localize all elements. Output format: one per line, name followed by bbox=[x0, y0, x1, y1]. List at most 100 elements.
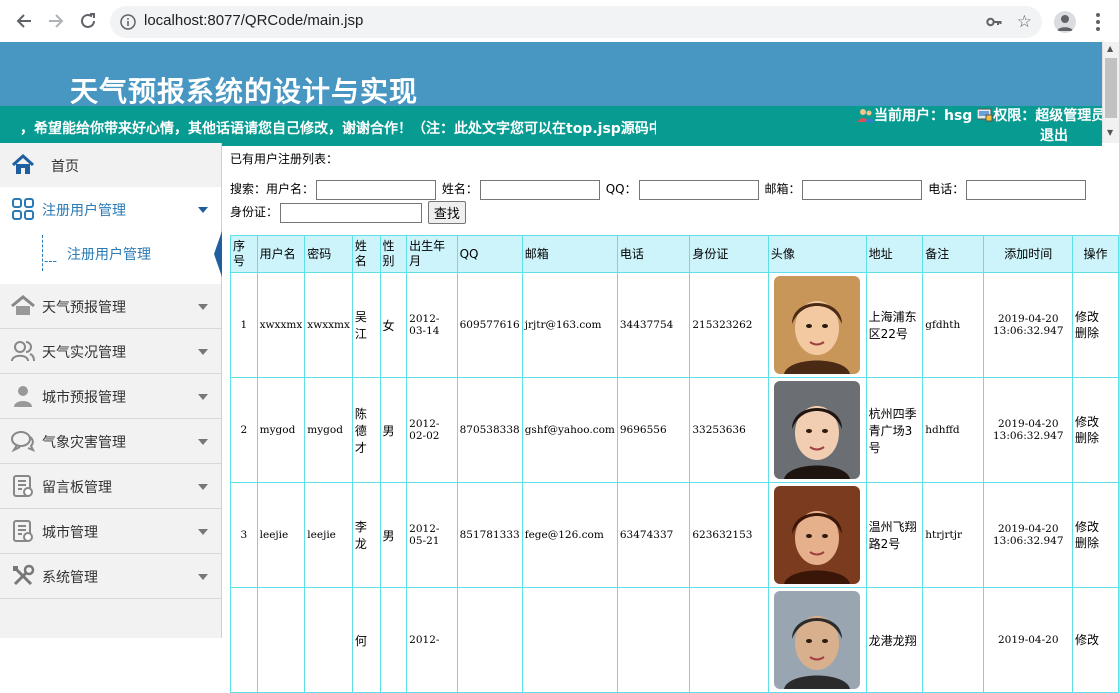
role-label: 权限： bbox=[993, 108, 1036, 124]
col-gender: 性别 bbox=[379, 235, 408, 273]
col-email: 邮箱 bbox=[521, 235, 618, 273]
logout-link[interactable]: 退出 bbox=[1040, 128, 1068, 144]
role: 超级管理员 bbox=[1035, 108, 1102, 124]
sidebar-item-weather-forecast[interactable]: 天气预报管理 bbox=[0, 284, 221, 329]
user-icon bbox=[858, 108, 874, 122]
delete-link[interactable]: 删除 bbox=[1075, 535, 1116, 551]
chat-icon bbox=[11, 429, 36, 453]
col-username: 用户名 bbox=[256, 235, 306, 273]
reload-button[interactable] bbox=[76, 9, 100, 33]
url-text[interactable]: localhost:8077/QRCode/main.jsp bbox=[144, 12, 363, 29]
cell-qq: 851781333 bbox=[456, 482, 523, 588]
col-birth: 出生年月 bbox=[406, 235, 458, 273]
back-button[interactable] bbox=[12, 9, 36, 33]
sidebar-item-registered-users[interactable]: 注册用户管理 bbox=[0, 187, 221, 232]
cell-gender: 女 bbox=[379, 272, 408, 378]
cell-added: 2019-04-20 13:06:32.947 bbox=[983, 272, 1073, 378]
col-idcard: 身份证 bbox=[689, 235, 769, 273]
cell-added: 2019-04-20 bbox=[983, 587, 1073, 693]
col-phone: 电话 bbox=[616, 235, 691, 273]
col-password: 密码 bbox=[304, 235, 353, 273]
table-row: 3 leejie leejie 李龙男 2012-05-21 851781333 fege@… bbox=[230, 482, 1119, 588]
sidebar-item-weather-live[interactable]: 天气实况管理 bbox=[0, 329, 221, 374]
house-icon bbox=[11, 294, 35, 318]
kebab-menu-icon[interactable] bbox=[1090, 11, 1106, 33]
cell-added: 2019-04-20 13:06:32.947 bbox=[983, 377, 1073, 483]
sidebar-item-weather-disaster[interactable]: 气象灾害管理 bbox=[0, 419, 221, 464]
cell-address: 上海浦东区22号 bbox=[865, 272, 924, 378]
cell-actions: 修改 删除 bbox=[1072, 377, 1119, 483]
reload-icon bbox=[81, 13, 95, 28]
col-added: 添加时间 bbox=[983, 235, 1073, 273]
username-input[interactable] bbox=[316, 179, 437, 200]
cell-idcard: 623632153 bbox=[689, 482, 769, 588]
cell-avatar bbox=[767, 272, 867, 378]
user-avatar-photo bbox=[774, 381, 861, 479]
col-qq: QQ bbox=[456, 235, 523, 273]
cell-name: 吴江 bbox=[351, 272, 381, 378]
edit-link[interactable]: 修改 bbox=[1075, 519, 1116, 535]
cell-phone: 9696556 bbox=[616, 377, 691, 483]
chevron-down-icon bbox=[198, 529, 208, 535]
sidebar-item-message-board[interactable]: 留言板管理 bbox=[0, 464, 221, 509]
sidebar-item-home[interactable]: 首页 bbox=[0, 143, 221, 188]
qq-input[interactable] bbox=[638, 179, 759, 200]
email-input[interactable] bbox=[802, 179, 923, 200]
cell-idcard bbox=[689, 587, 769, 693]
current-user: hsg bbox=[944, 108, 973, 124]
cell-birth: 2012-02-02 bbox=[406, 377, 458, 483]
forward-arrow-icon bbox=[49, 14, 64, 28]
edit-link[interactable]: 修改 bbox=[1075, 632, 1116, 648]
profile-avatar-icon[interactable] bbox=[1054, 11, 1076, 33]
sidebar-item-system-management[interactable]: 系统管理 bbox=[0, 554, 221, 599]
info-icon[interactable] bbox=[120, 14, 136, 34]
sidebar-subitem-registered-users[interactable]: --- 注册用户管理 bbox=[0, 231, 222, 285]
idcard-input[interactable] bbox=[280, 202, 423, 223]
search-button[interactable]: 查找 bbox=[427, 201, 466, 224]
key-icon[interactable] bbox=[986, 14, 1002, 34]
users-icon bbox=[11, 339, 35, 363]
col-name: 姓名 bbox=[351, 235, 381, 273]
cell-username bbox=[256, 587, 306, 693]
tools-icon bbox=[11, 564, 35, 588]
welcome-marquee: 迎，希望能给你带来好心情，其他话语请您自己修改，谢谢合作！（注：此处文字您可以在… bbox=[20, 121, 656, 137]
sidebar-item-city-forecast[interactable]: 城市预报管理 bbox=[0, 374, 221, 419]
search-form: 搜索：用户名： 姓名： QQ： 邮箱： 电话： 身份证： 查找 bbox=[230, 178, 1110, 224]
cell-actions: 修改 bbox=[1072, 587, 1119, 693]
phone-input[interactable] bbox=[966, 179, 1087, 200]
chevron-down-icon bbox=[198, 484, 208, 490]
cell-phone: 34437754 bbox=[616, 272, 691, 378]
edit-link[interactable]: 修改 bbox=[1075, 414, 1116, 430]
delete-link[interactable]: 删除 bbox=[1075, 325, 1116, 341]
cell-username: leejie bbox=[256, 482, 306, 588]
address-bar[interactable]: localhost:8077/QRCode/main.jsp ☆ bbox=[110, 6, 1042, 38]
cell-username: xwxxmx bbox=[256, 272, 306, 378]
sidebar-item-city-management[interactable]: 城市管理 bbox=[0, 509, 221, 554]
frame-scrollbar[interactable]: ▲ ▼ bbox=[1102, 42, 1119, 143]
cell-email: jrjtr@163.com bbox=[521, 272, 618, 378]
site-header: 天气预报系统的设计与实现 bbox=[0, 42, 1102, 108]
cell-birth: 2012- bbox=[406, 587, 458, 693]
cell-name: 何 bbox=[351, 587, 381, 693]
user-avatar-photo bbox=[774, 276, 861, 374]
chevron-down-icon bbox=[198, 349, 208, 355]
scroll-up-icon[interactable]: ▲ bbox=[1107, 44, 1113, 53]
table-header-row: 序号 用户名 密码 姓名 性别 出生年月 QQ 邮箱 电话 身份证 头像 地址 … bbox=[230, 235, 1119, 273]
delete-link[interactable]: 删除 bbox=[1075, 430, 1116, 446]
col-remark: 备注 bbox=[922, 235, 985, 273]
cell-address: 杭州四季青广场3号 bbox=[865, 377, 924, 483]
bookmark-star-icon[interactable]: ☆ bbox=[1017, 12, 1032, 32]
grid-icon bbox=[11, 197, 35, 221]
cell-no: 2 bbox=[230, 377, 258, 483]
name-input[interactable] bbox=[479, 179, 600, 200]
scroll-thumb[interactable] bbox=[1105, 58, 1117, 118]
cell-qq: 870538338 bbox=[456, 377, 523, 483]
scroll-down-icon[interactable]: ▼ bbox=[1107, 128, 1113, 137]
cell-gender bbox=[379, 587, 408, 693]
forward-button[interactable] bbox=[44, 9, 68, 33]
cell-no: 1 bbox=[230, 272, 258, 378]
edit-link[interactable]: 修改 bbox=[1075, 309, 1116, 325]
cell-actions: 修改 删除 bbox=[1072, 272, 1119, 378]
cell-password: mygod bbox=[304, 377, 353, 483]
site-title: 天气预报系统的设计与实现 bbox=[70, 75, 419, 108]
